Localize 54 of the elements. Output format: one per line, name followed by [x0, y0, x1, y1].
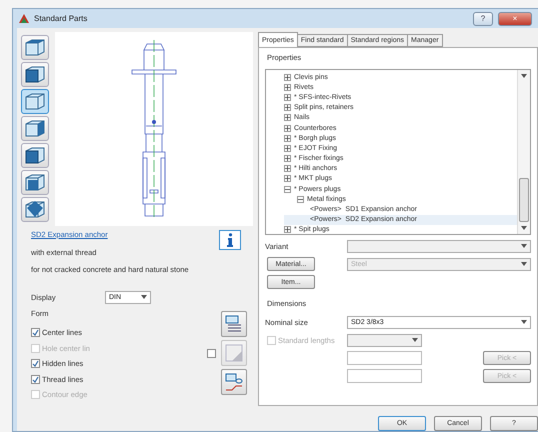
view-button[interactable] [21, 116, 49, 141]
expand-icon[interactable] [284, 84, 291, 91]
hatch-icon [224, 343, 244, 363]
expand-icon[interactable] [284, 114, 291, 122]
check-mark-icon [32, 329, 39, 336]
view-button[interactable] [21, 197, 49, 222]
window-title: Standard Parts [34, 14, 88, 23]
contour-icon [224, 372, 244, 392]
info-button[interactable] [219, 230, 241, 250]
cube-view-icon [24, 119, 46, 138]
expand-icon[interactable] [284, 175, 291, 182]
expand-icon[interactable] [284, 134, 291, 142]
contour-button[interactable] [221, 369, 247, 395]
check-mark-icon [32, 360, 39, 368]
caret-icon [521, 244, 527, 248]
expand-icon[interactable] [284, 104, 291, 112]
view-button[interactable] [21, 35, 49, 60]
expand-icon[interactable] [284, 144, 291, 152]
scrollbar[interactable] [517, 70, 530, 234]
info-icon [227, 233, 233, 247]
help-button[interactable]: ? [473, 12, 493, 26]
cube-view-icon [24, 146, 46, 165]
expand-icon[interactable] [284, 74, 291, 81]
cube-view-icon [24, 173, 46, 192]
layers-button[interactable] [221, 311, 247, 337]
view-button[interactable] [21, 62, 49, 87]
caret-icon [521, 226, 527, 230]
parts-tree[interactable] [265, 69, 531, 235]
expand-icon[interactable] [284, 226, 291, 234]
caret-icon [521, 320, 527, 324]
caret-icon [521, 262, 527, 266]
expand-icon[interactable] [284, 155, 291, 162]
scrollbar-thumb[interactable] [519, 178, 529, 222]
app-logo-icon [19, 14, 29, 23]
expand-icon[interactable] [284, 94, 291, 101]
cube-view-icon [24, 65, 46, 84]
check-mark-icon [32, 376, 39, 383]
cube-view-icon [24, 92, 46, 111]
caret-icon [521, 74, 527, 78]
cube-view-icon [24, 200, 46, 219]
checkbox[interactable] [207, 348, 216, 358]
view-button[interactable] [21, 143, 49, 168]
expand-icon[interactable] [284, 165, 291, 172]
input-field[interactable] [347, 351, 422, 365]
caret-icon [141, 295, 147, 299]
cube-view-icon [24, 38, 46, 57]
layers-icon [224, 314, 244, 334]
view-button[interactable] [21, 89, 49, 114]
collapse-icon[interactable] [297, 196, 304, 203]
caret-icon [412, 338, 418, 342]
expand-icon[interactable] [284, 124, 291, 132]
collapse-icon[interactable] [284, 186, 291, 193]
input-field[interactable] [347, 369, 422, 383]
view-button[interactable] [21, 170, 49, 195]
